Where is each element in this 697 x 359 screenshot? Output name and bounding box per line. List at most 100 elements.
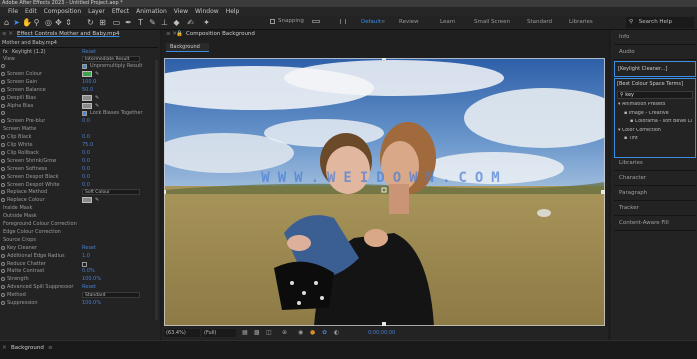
effect-property-row[interactable]: Strength 100.0%: [0, 276, 158, 283]
stopwatch-icon[interactable]: [1, 245, 5, 250]
magnification-dropdown[interactable]: (63.4%): [164, 329, 200, 337]
stopwatch-icon[interactable]: [1, 285, 5, 290]
stopwatch-icon[interactable]: [1, 135, 5, 140]
effect-property-row[interactable]: Screen Despot White 0.0: [0, 182, 158, 189]
effects-search-result[interactable]: [Keylight Cleaner...]: [614, 61, 696, 77]
effect-property-row[interactable]: Alpha Bias ✎: [0, 102, 158, 110]
effect-property-row[interactable]: Reduce Chatter: [0, 261, 158, 268]
guides-icon[interactable]: ⊕: [282, 329, 287, 336]
zoom-tool-icon[interactable]: ⚲: [32, 18, 41, 27]
current-time[interactable]: 0;00;00;00: [368, 330, 395, 336]
pan-camera-icon[interactable]: ✥: [54, 18, 63, 27]
workspace-tab-standard[interactable]: Standard: [527, 19, 552, 25]
dolly-camera-icon[interactable]: ⇕: [64, 18, 73, 27]
selection-tool-icon[interactable]: ➤: [12, 18, 21, 27]
mask-visibility-icon[interactable]: ◫: [266, 329, 272, 336]
panel-libraries[interactable]: Libraries: [614, 156, 696, 171]
comp-sub-tab[interactable]: Background: [166, 43, 209, 52]
resolution-dropdown[interactable]: (Full): [202, 329, 236, 337]
effect-property-row[interactable]: Clip White 75.0: [0, 142, 158, 149]
show-snapshot-icon[interactable]: ◐: [334, 329, 339, 336]
reset-link[interactable]: Reset: [82, 49, 96, 55]
effect-property-row[interactable]: Outside Mask: [0, 213, 158, 220]
anchor-tool-icon[interactable]: ⊞: [98, 18, 107, 27]
effects-search-input[interactable]: ⚲ key: [617, 91, 693, 99]
panel-tracker[interactable]: Tracker: [614, 201, 696, 216]
effect-property-row[interactable]: Screen Shrink/Grow 0.0: [0, 158, 158, 165]
menu-item-composition[interactable]: Composition: [44, 7, 81, 16]
stopwatch-icon[interactable]: [1, 103, 5, 108]
effect-property-row[interactable]: Foreground Colour Correction: [0, 221, 158, 228]
effect-property-row[interactable]: Inside Mask: [0, 205, 158, 212]
menu-item-help[interactable]: Help: [226, 7, 240, 16]
color-channel-icon[interactable]: ●: [310, 329, 315, 336]
property-checkbox[interactable]: [82, 64, 87, 69]
eraser-tool-icon[interactable]: ◆: [172, 18, 181, 27]
color-swatch[interactable]: [82, 70, 92, 77]
effect-property-row[interactable]: Screen Balance 50.0: [0, 87, 158, 94]
eyedropper-icon[interactable]: ✎: [95, 197, 99, 204]
stopwatch-icon[interactable]: [1, 182, 5, 187]
color-swatch[interactable]: [82, 94, 92, 101]
menu-item-animation[interactable]: Animation: [136, 7, 167, 16]
property-value[interactable]: 75.0: [82, 142, 93, 149]
effect-property-row[interactable]: Replace Colour ✎: [0, 197, 158, 204]
effects-tree-item[interactable]: ▾ Color Correction: [618, 128, 692, 133]
effect-property-row[interactable]: Screen Colour ✎: [0, 70, 158, 78]
stopwatch-icon[interactable]: [1, 190, 5, 195]
effect-property-row[interactable]: Lock Biases Together: [0, 110, 158, 117]
lock-icon[interactable]: 🔒: [176, 31, 183, 37]
effect-property-row[interactable]: Source Crops: [0, 237, 158, 244]
property-value[interactable]: 100.0%: [82, 300, 101, 307]
effect-property-row[interactable]: Screen Matte: [0, 126, 158, 133]
clone-stamp-icon[interactable]: ⊥: [160, 18, 169, 27]
type-tool-icon[interactable]: T: [136, 18, 145, 27]
menu-item-file[interactable]: File: [8, 7, 18, 16]
stopwatch-icon[interactable]: [1, 95, 5, 100]
property-value[interactable]: 0.0: [82, 158, 90, 165]
snapping-checkbox[interactable]: [270, 19, 275, 24]
home-icon[interactable]: ⌂: [2, 18, 11, 27]
effect-property-row[interactable]: Edge Colour Correction: [0, 229, 158, 236]
stopwatch-icon[interactable]: [1, 111, 5, 116]
effect-property-row[interactable]: Clip Black 0.0: [0, 134, 158, 141]
effect-property-row[interactable]: Clip Rollback 0.0: [0, 150, 158, 157]
snapshot-icon[interactable]: ✿: [322, 329, 327, 336]
property-value[interactable]: 0.0%: [82, 268, 95, 275]
effect-property-row[interactable]: Screen Pre-blur 0.0: [0, 118, 158, 125]
snap-options-icon[interactable]: [312, 20, 320, 23]
effect-property-row[interactable]: Advanced Spill Suppressor Reset: [0, 284, 158, 291]
property-value[interactable]: 0.0: [82, 166, 90, 173]
camera-icon[interactable]: ◉: [298, 329, 303, 336]
property-value[interactable]: Reset: [82, 245, 96, 252]
stopwatch-icon[interactable]: [1, 269, 5, 274]
workspace-expand-icon[interactable]: [340, 19, 346, 24]
panel-menu-icon[interactable]: ≡ ✕: [2, 31, 13, 37]
property-value[interactable]: 0.0: [82, 118, 90, 125]
property-value[interactable]: 100.0: [82, 79, 96, 86]
property-checkbox[interactable]: [82, 261, 87, 267]
eyedropper-icon[interactable]: ✎: [95, 95, 99, 102]
effects-tree-item[interactable]: ▾ Animation Presets: [618, 102, 692, 107]
panel-content-aware-fill[interactable]: Content-Aware Fill: [614, 216, 696, 231]
effect-property-row[interactable]: Suppression 100.0%: [0, 300, 158, 307]
stopwatch-icon[interactable]: [1, 301, 5, 305]
composition-viewer[interactable]: WWW.WEIDOWN.COM: [164, 58, 605, 326]
eyedropper-icon[interactable]: ✎: [95, 103, 99, 110]
color-swatch[interactable]: [82, 197, 92, 204]
property-value[interactable]: 1.0: [82, 253, 90, 260]
panel-close-icon[interactable]: ✕: [2, 345, 7, 351]
search-help-field[interactable]: ⚲ Search Help: [626, 17, 694, 28]
workspace-tab-review[interactable]: Review: [399, 19, 419, 25]
effect-property-row[interactable]: Screen Gain 100.0: [0, 79, 158, 86]
tab-effect-controls[interactable]: Effect Controls Mother and Baby.mp4: [17, 31, 120, 37]
stopwatch-icon[interactable]: [1, 87, 5, 92]
workspace-tab-libraries[interactable]: Libraries: [569, 19, 593, 25]
stopwatch-icon[interactable]: [1, 119, 5, 124]
property-value[interactable]: 0.0: [82, 182, 90, 189]
transparency-grid-icon[interactable]: ▩: [254, 329, 260, 336]
effect-property-row[interactable]: Screen Softness 0.0: [0, 166, 158, 173]
panel-scrollbar[interactable]: [155, 60, 158, 320]
stopwatch-icon[interactable]: [1, 277, 5, 282]
effect-property-row[interactable]: Despill Bias ✎: [0, 94, 158, 102]
